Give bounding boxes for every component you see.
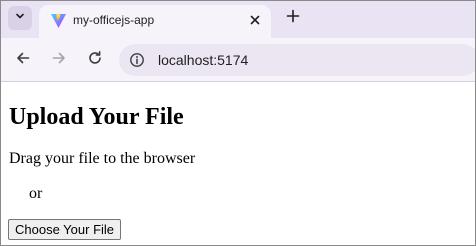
reload-button[interactable] (85, 50, 105, 70)
address-bar[interactable]: localhost:5174 (119, 44, 475, 76)
arrow-left-icon (15, 50, 31, 71)
browser-window: my-officejs-app localhost:5174 Upload Yo… (0, 0, 476, 246)
tab-title: my-officejs-app (73, 13, 155, 27)
url-text[interactable]: localhost:5174 (158, 52, 248, 68)
choose-file-button[interactable]: Choose Your File (8, 219, 122, 240)
arrow-right-icon (51, 50, 67, 71)
chevron-down-icon (14, 9, 26, 27)
navigation-toolbar: localhost:5174 (1, 38, 475, 82)
vite-logo-icon (50, 12, 67, 29)
new-tab-button[interactable] (283, 8, 303, 28)
forward-button[interactable] (49, 50, 69, 70)
back-button[interactable] (13, 50, 33, 70)
reload-icon (87, 50, 103, 71)
info-icon[interactable] (129, 52, 145, 68)
close-icon[interactable] (247, 12, 263, 28)
tab-search-button[interactable] (8, 6, 32, 30)
drag-instruction-text: Drag your file to the browser (9, 150, 196, 167)
page-title: Upload Your File (9, 104, 184, 130)
tab-strip: my-officejs-app (1, 1, 475, 38)
page-content: Upload Your File Drag your file to the b… (1, 82, 475, 245)
tab-active[interactable]: my-officejs-app (39, 5, 271, 38)
plus-icon (286, 9, 300, 28)
or-separator-text: or (29, 185, 43, 202)
